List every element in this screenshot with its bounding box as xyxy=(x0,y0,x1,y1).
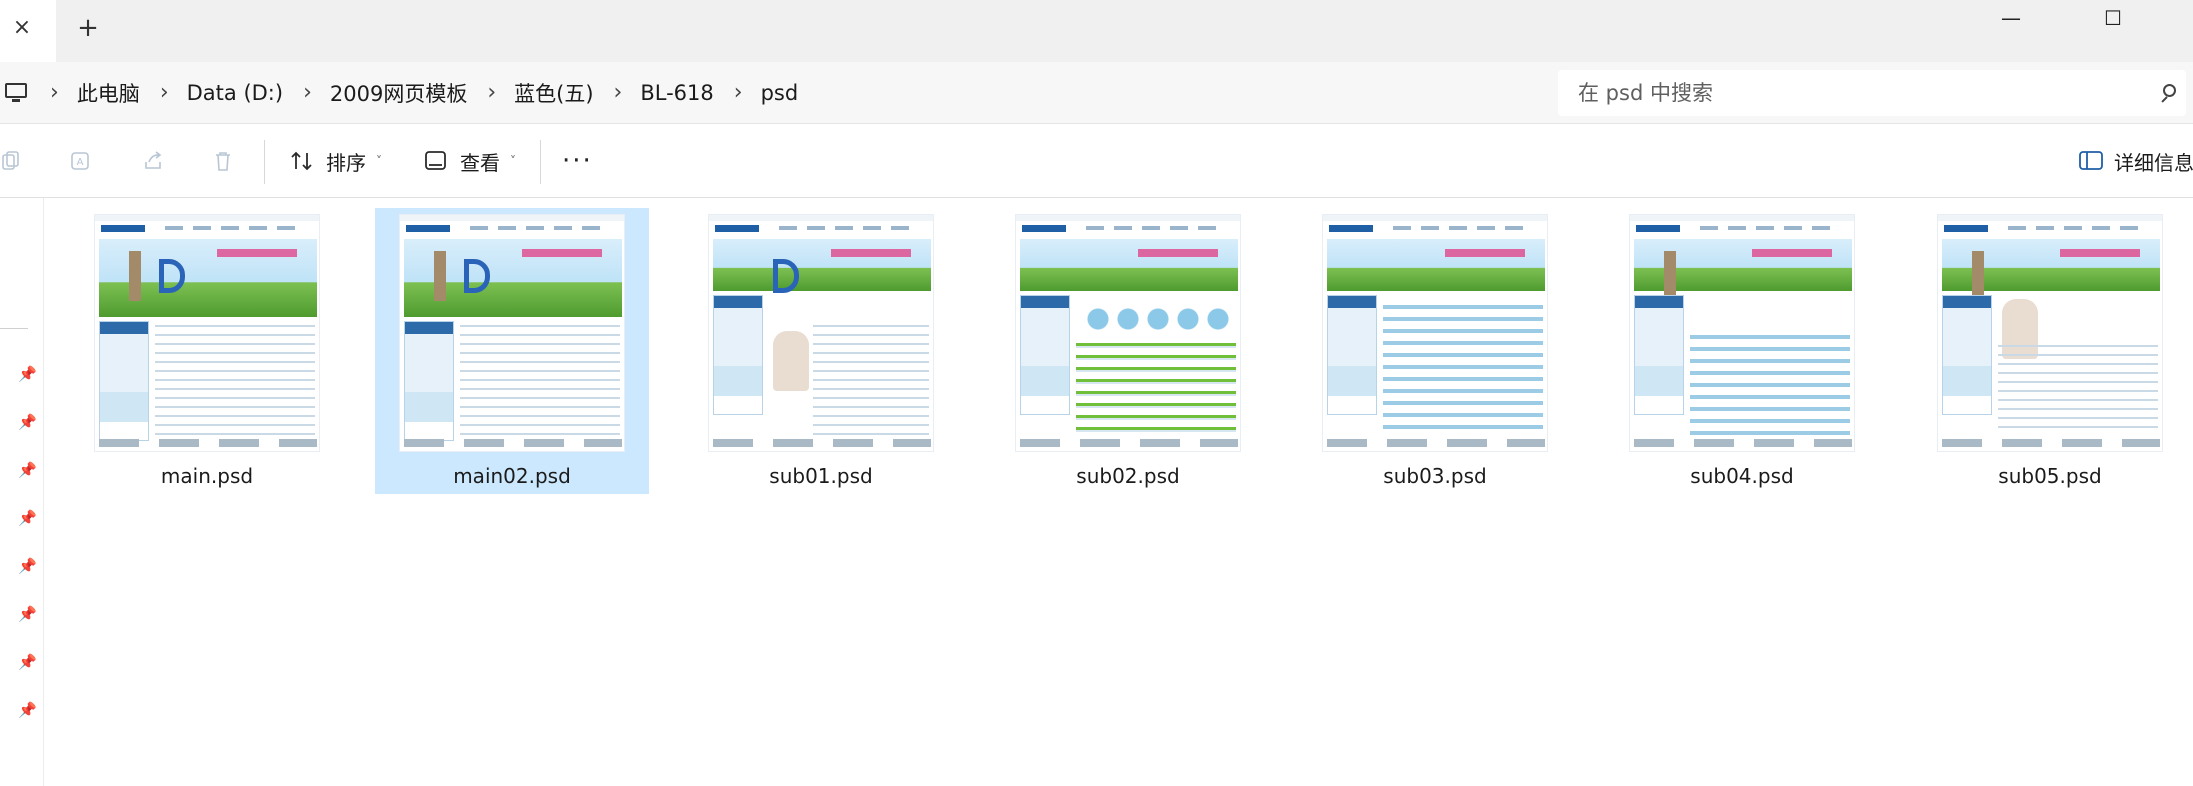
sort-button[interactable]: 排序 ˅ xyxy=(290,124,382,198)
breadcrumb-item-psd[interactable]: psd xyxy=(761,81,799,105)
file-name: sub02.psd xyxy=(1076,464,1180,488)
file-item-sub01[interactable]: sub01.psd xyxy=(684,208,958,494)
breadcrumb-separator-icon[interactable]: › xyxy=(160,62,169,124)
pin-icon[interactable]: 📌 xyxy=(18,364,37,384)
maximize-icon[interactable]: ☐ xyxy=(2078,2,2148,34)
pin-icon[interactable]: 📌 xyxy=(18,604,37,624)
file-item-sub02[interactable]: sub02.psd xyxy=(991,208,1265,494)
sort-label: 排序 xyxy=(326,150,366,175)
breadcrumb-separator-icon[interactable]: › xyxy=(303,62,312,124)
file-name: sub04.psd xyxy=(1690,464,1794,488)
details-label: 详细信息 xyxy=(2114,150,2193,175)
file-name: sub05.psd xyxy=(1998,464,2102,488)
file-thumbnail xyxy=(399,214,625,452)
view-button[interactable]: 查看 ˅ xyxy=(424,124,516,198)
pin-icon[interactable]: 📌 xyxy=(18,700,37,720)
rename-icon[interactable]: A xyxy=(70,150,92,172)
breadcrumb-separator-icon[interactable]: › xyxy=(487,62,496,124)
search-icon[interactable] xyxy=(2160,84,2178,103)
file-thumbnail xyxy=(1937,214,2163,452)
breadcrumb-separator-icon[interactable]: › xyxy=(50,62,59,124)
file-item-sub03[interactable]: sub03.psd xyxy=(1298,208,1572,494)
active-tab[interactable]: × xyxy=(0,0,56,62)
search-placeholder: 在 psd 中搜索 xyxy=(1578,81,1713,105)
file-name: sub03.psd xyxy=(1383,464,1487,488)
breadcrumb-item-this-pc[interactable]: 此电脑 xyxy=(77,78,140,108)
navigation-pane: 📌 📌 📌 📌 📌 📌 📌 📌 xyxy=(0,198,44,786)
view-icon xyxy=(425,151,446,170)
search-input[interactable]: 在 psd 中搜索 xyxy=(1558,70,2186,116)
svg-text:A: A xyxy=(77,157,84,168)
file-name: main.psd xyxy=(160,464,254,488)
title-bar: × + — ☐ xyxy=(0,0,2193,62)
close-tab-icon[interactable]: × xyxy=(8,14,36,42)
breadcrumb-separator-icon[interactable]: › xyxy=(734,62,743,124)
file-thumbnail xyxy=(1015,214,1241,452)
breadcrumb-item-2009-templates[interactable]: 2009网页模板 xyxy=(330,78,467,108)
chevron-down-icon: ˅ xyxy=(376,154,382,168)
chevron-down-icon: ˅ xyxy=(510,154,516,168)
file-thumbnail xyxy=(708,214,934,452)
details-button[interactable]: 详细信息 xyxy=(2078,124,2193,198)
file-item-sub05[interactable]: sub05.psd xyxy=(1913,208,2187,494)
file-item-sub04[interactable]: sub04.psd xyxy=(1605,208,1879,494)
view-label: 查看 xyxy=(460,150,500,175)
new-tab-icon[interactable]: + xyxy=(74,14,102,42)
breadcrumb-item-blue-5[interactable]: 蓝色(五) xyxy=(514,78,593,108)
address-bar: › 此电脑 › Data (D:) › 2009网页模板 › 蓝色(五) › B… xyxy=(0,62,2193,124)
file-thumbnail xyxy=(1322,214,1548,452)
pin-icon[interactable]: 📌 xyxy=(18,652,37,672)
breadcrumb-item-data-drive[interactable]: Data (D:) xyxy=(187,81,283,105)
this-pc-icon[interactable] xyxy=(4,83,30,103)
copy-icon[interactable] xyxy=(0,150,22,172)
file-item-main02[interactable]: main02.psd xyxy=(375,208,649,494)
pin-icon[interactable]: 📌 xyxy=(18,556,37,576)
share-icon[interactable] xyxy=(142,150,164,172)
details-pane-icon xyxy=(2079,151,2103,170)
sort-icon xyxy=(291,151,312,171)
file-thumbnail xyxy=(1629,214,1855,452)
command-bar: A 排序 ˅ 查看 ˅ ··· 详细信息 xyxy=(0,124,2193,198)
file-item-main[interactable]: main.psd xyxy=(70,208,344,494)
minimize-icon[interactable]: — xyxy=(1976,2,2046,34)
breadcrumb-item-bl-618[interactable]: BL-618 xyxy=(640,81,713,105)
nav-divider xyxy=(0,328,28,329)
pin-icon[interactable]: 📌 xyxy=(18,460,37,480)
file-name: main02.psd xyxy=(453,464,571,488)
more-icon: ··· xyxy=(562,146,593,176)
toolbar-divider xyxy=(264,140,265,184)
toolbar-divider xyxy=(540,140,541,184)
delete-icon[interactable] xyxy=(212,150,234,172)
file-name: sub01.psd xyxy=(769,464,873,488)
pin-icon[interactable]: 📌 xyxy=(18,412,37,432)
file-thumbnail xyxy=(94,214,320,452)
breadcrumb: › 此电脑 › Data (D:) › 2009网页模板 › 蓝色(五) › B… xyxy=(0,62,798,124)
more-options-button[interactable]: ··· xyxy=(562,124,593,198)
breadcrumb-separator-icon[interactable]: › xyxy=(614,62,623,124)
pin-icon[interactable]: 📌 xyxy=(18,508,37,528)
